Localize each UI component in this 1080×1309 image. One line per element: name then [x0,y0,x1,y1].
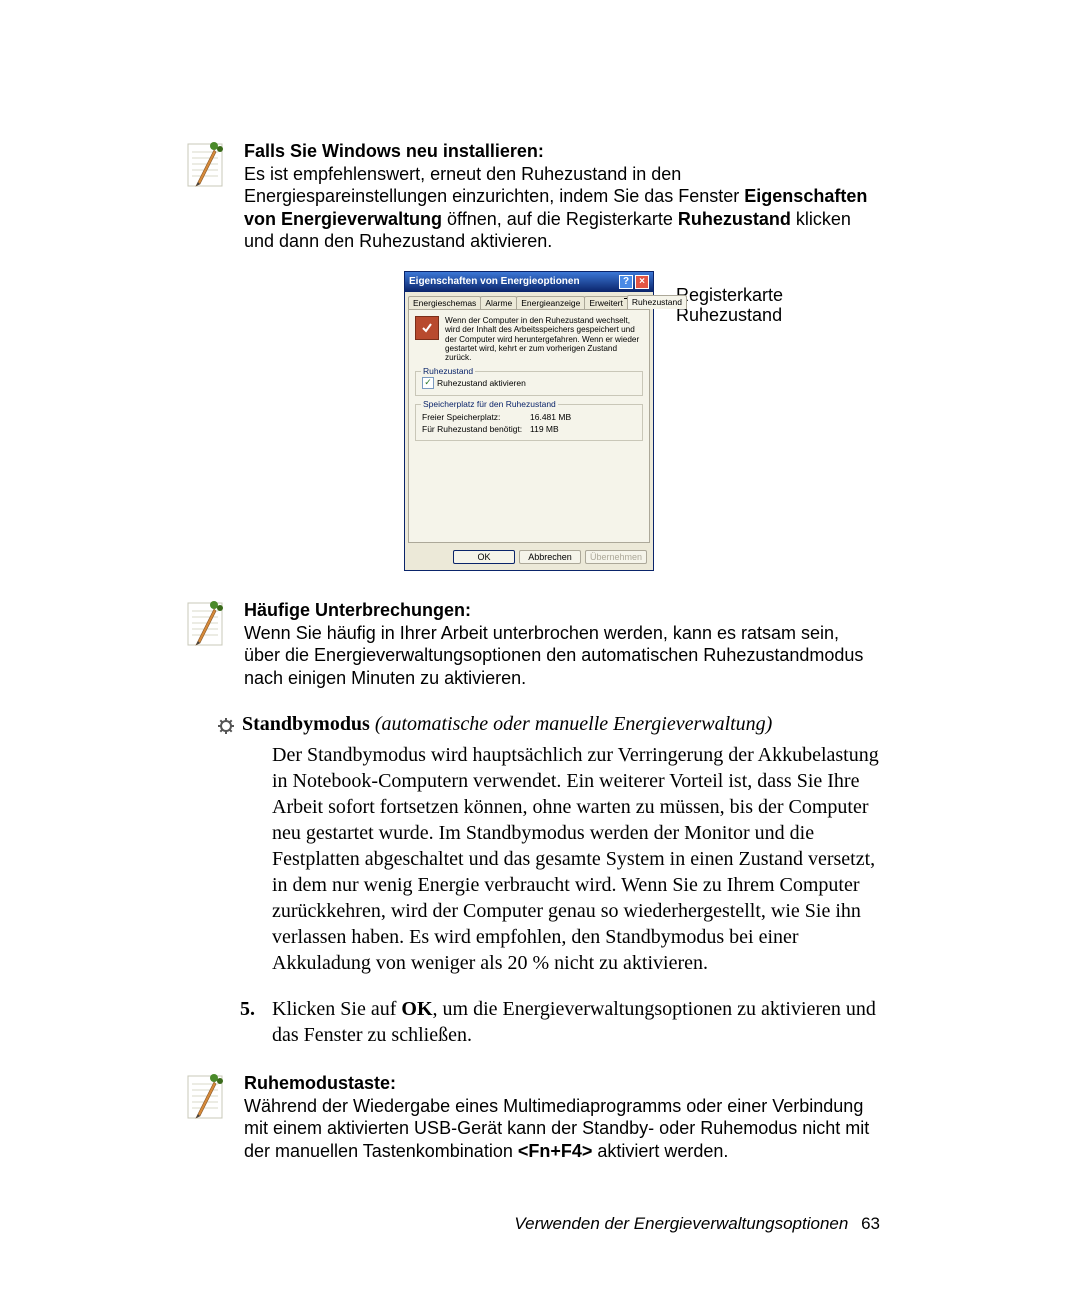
ok-button[interactable]: OK [453,550,515,565]
section-subtitle: (automatische oder manuelle Energieverwa… [370,713,773,735]
fieldset-ruhezustand: Ruhezustand ✓ Ruhezustand aktivieren [415,371,643,396]
fieldset-speicher: Speicherplatz für den Ruhezustand Freier… [415,404,643,441]
titlebar: Eigenschaften von Energieoptionen ? × [405,272,653,292]
close-icon[interactable]: × [635,275,649,289]
section-standby-heading: Standbymodus (automatische oder manuelle… [218,713,880,736]
note-title: Falls Sie Windows neu installieren: [244,141,544,161]
legend-ruhezustand: Ruhezustand [421,366,475,376]
checkbox-ruhezustand[interactable]: ✓ [422,377,434,389]
step-number: 5. [240,996,272,1048]
hibernate-icon [415,316,439,340]
dialog-buttons: OK Abbrechen Übernehmen [405,546,653,571]
standby-description: Der Standbymodus wird hauptsächlich zur … [272,742,880,976]
tab-energieanzeige[interactable]: Energieanzeige [516,296,585,310]
help-icon[interactable]: ? [619,275,633,289]
note-interruptions: Häufige Unterbrechungen: Wenn Sie häufig… [244,599,880,689]
checkbox-label: Ruhezustand aktivieren [437,378,526,388]
tab-energieschemas[interactable]: Energieschemas [408,296,481,310]
apply-button[interactable]: Übernehmen [585,550,647,565]
gear-icon [218,717,234,733]
page-number: 63 [861,1214,880,1233]
step-5: 5. Klicken Sie auf OK, um die Energiever… [240,996,880,1048]
note-title: Ruhemodustaste: [244,1073,396,1093]
footer-title: Verwenden der Energieverwaltungsoptionen [514,1214,848,1233]
section-title: Standbymodus [242,713,370,735]
note-text: Ruhemodustaste: Während der Wiedergabe e… [244,1072,880,1162]
note-sleepkey: Ruhemodustaste: Während der Wiedergabe e… [244,1072,880,1162]
hibernate-desc: Wenn der Computer in den Ruhezustand wec… [445,316,643,363]
dialog-window: Eigenschaften von Energieoptionen ? × En… [404,271,654,572]
need-space-value: 119 MB [530,424,559,434]
need-space-label: Für Ruhezustand benötigt: [422,424,530,434]
callout-label: Registerkarte Ruhezustand [676,285,783,326]
tab-body: Wenn der Computer in den Ruhezustand wec… [408,309,650,543]
note-icon [186,140,244,195]
legend-speicher: Speicherplatz für den Ruhezustand [421,399,558,409]
note-text: Falls Sie Windows neu installieren: Es i… [244,140,880,253]
dialog-figure: Eigenschaften von Energieoptionen ? × En… [404,271,880,572]
free-space-label: Freier Speicherplatz: [422,412,530,422]
note-text: Häufige Unterbrechungen: Wenn Sie häufig… [244,599,880,689]
page-footer: Verwenden der Energieverwaltungsoptionen… [244,1214,880,1234]
free-space-value: 16.481 MB [530,412,571,422]
tabstrip: Energieschemas Alarme Energieanzeige Erw… [405,292,653,309]
note-reinstall: Falls Sie Windows neu installieren: Es i… [244,140,880,253]
tab-alarme[interactable]: Alarme [480,296,517,310]
tab-ruhezustand[interactable]: Ruhezustand [627,295,687,309]
cancel-button[interactable]: Abbrechen [519,550,581,565]
note-icon [186,1072,244,1127]
window-title: Eigenschaften von Energieoptionen [409,276,580,288]
note-icon [186,599,244,654]
note-title: Häufige Unterbrechungen: [244,600,471,620]
tab-erweitert[interactable]: Erweitert [584,296,628,310]
